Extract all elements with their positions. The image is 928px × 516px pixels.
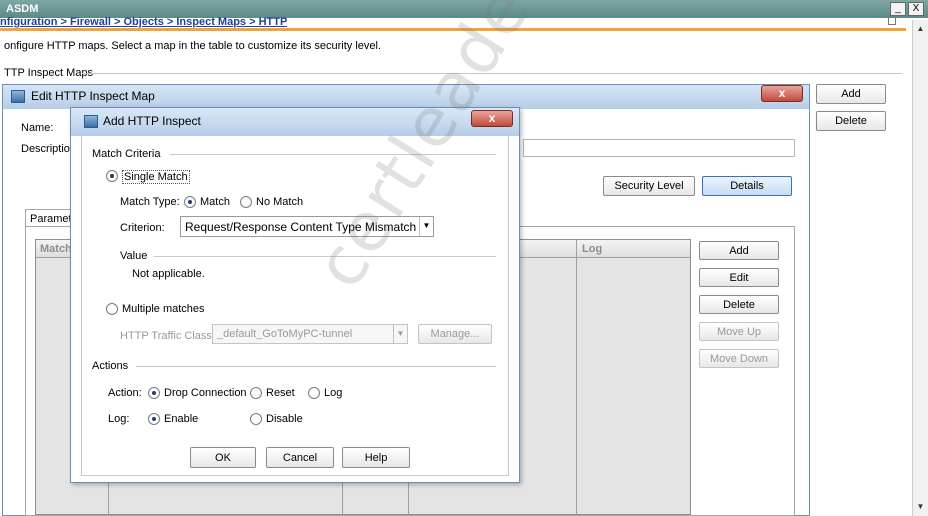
- manage-button[interactable]: Manage...: [418, 324, 492, 344]
- traffic-class-label: HTTP Traffic Class:: [120, 330, 215, 342]
- edit-map-close-icon[interactable]: x: [761, 85, 803, 102]
- intro-text: onfigure HTTP maps. Select a map in the …: [4, 40, 382, 52]
- maps-group-label: TTP Inspect Maps: [4, 67, 94, 79]
- drop-connection-radio[interactable]: [148, 387, 160, 399]
- section-divider: [136, 366, 496, 367]
- dialog-app-icon: [84, 115, 98, 128]
- reset-label[interactable]: Reset: [266, 387, 295, 399]
- name-label: Name:: [21, 122, 54, 134]
- maps-delete-button[interactable]: Delete: [816, 111, 886, 131]
- enable-label[interactable]: Enable: [164, 413, 198, 425]
- no-match-label[interactable]: No Match: [256, 196, 303, 208]
- window-controls: _ X: [890, 2, 924, 16]
- reset-radio[interactable]: [250, 387, 262, 399]
- criterion-select[interactable]: Request/Response Content Type Mismatch ▼: [180, 216, 434, 237]
- window-app-icon: [11, 90, 25, 103]
- rule-delete-button[interactable]: Delete: [699, 295, 779, 314]
- add-http-inspect-dialog: Add HTTP Inspect x Match Criteria Single…: [70, 107, 520, 483]
- disable-label[interactable]: Disable: [266, 413, 303, 425]
- breadcrumb[interactable]: nfiguration > Firewall > Objects > Inspe…: [0, 16, 287, 28]
- criterion-value: Request/Response Content Type Mismatch: [185, 220, 417, 234]
- enable-radio[interactable]: [148, 413, 160, 425]
- dialog-body: Match Criteria Single Match Match Type: …: [81, 136, 509, 476]
- security-level-button[interactable]: Security Level: [603, 176, 695, 196]
- minimize-icon[interactable]: _: [890, 2, 906, 16]
- cancel-button[interactable]: Cancel: [266, 447, 334, 468]
- log-column-header[interactable]: Log: [582, 243, 602, 255]
- disable-radio[interactable]: [250, 413, 262, 425]
- maps-group-line: [82, 73, 902, 74]
- maps-add-button[interactable]: Add: [816, 84, 886, 104]
- match-type-label: Match Type:: [120, 196, 180, 208]
- vertical-scrollbar[interactable]: ▲ ▼: [912, 20, 928, 516]
- details-button[interactable]: Details: [702, 176, 792, 196]
- move-down-button[interactable]: Move Down: [699, 349, 779, 368]
- log-action-label[interactable]: Log: [324, 387, 342, 399]
- move-up-button[interactable]: Move Up: [699, 322, 779, 341]
- description-field[interactable]: [523, 139, 795, 157]
- drop-connection-label[interactable]: Drop Connection: [164, 387, 247, 399]
- match-column-header[interactable]: Match: [40, 243, 72, 255]
- match-criteria-label: Match Criteria: [92, 148, 161, 160]
- match-radio[interactable]: [184, 196, 196, 208]
- edit-map-title: Edit HTTP Inspect Map: [3, 85, 809, 109]
- multiple-matches-label[interactable]: Multiple matches: [122, 303, 205, 315]
- section-divider: [154, 256, 496, 257]
- section-divider: [170, 154, 496, 155]
- dialog-close-icon[interactable]: x: [471, 110, 513, 127]
- single-match-label[interactable]: Single Match: [122, 170, 190, 184]
- scroll-up-icon[interactable]: ▲: [913, 22, 928, 36]
- rule-add-button[interactable]: Add: [699, 241, 779, 260]
- actions-label: Actions: [92, 360, 129, 372]
- traffic-class-select[interactable]: _default_GoToMyPC-tunnel ▼: [212, 324, 408, 344]
- close-window-icon[interactable]: X: [908, 2, 924, 16]
- title-divider: [0, 28, 906, 31]
- criterion-label: Criterion:: [120, 222, 165, 234]
- single-match-radio[interactable]: [106, 170, 118, 182]
- multiple-matches-radio[interactable]: [106, 303, 118, 315]
- value-label: Value: [120, 250, 148, 262]
- value-text: Not applicable.: [132, 268, 205, 280]
- dialog-title: Add HTTP Inspect: [71, 108, 519, 136]
- restore-icon[interactable]: [888, 17, 896, 25]
- action-label: Action:: [108, 387, 142, 399]
- traffic-class-value: _default_GoToMyPC-tunnel: [217, 328, 353, 340]
- scroll-down-icon[interactable]: ▼: [913, 500, 928, 514]
- chevron-down-icon[interactable]: ▼: [419, 217, 433, 236]
- rule-edit-button[interactable]: Edit: [699, 268, 779, 287]
- help-button[interactable]: Help: [342, 447, 410, 468]
- column-divider: [576, 240, 577, 516]
- log-label: Log:: [108, 413, 130, 425]
- match-label[interactable]: Match: [200, 196, 230, 208]
- ok-button[interactable]: OK: [190, 447, 256, 468]
- chevron-down-icon[interactable]: ▼: [393, 325, 407, 343]
- log-action-radio[interactable]: [308, 387, 320, 399]
- no-match-radio[interactable]: [240, 196, 252, 208]
